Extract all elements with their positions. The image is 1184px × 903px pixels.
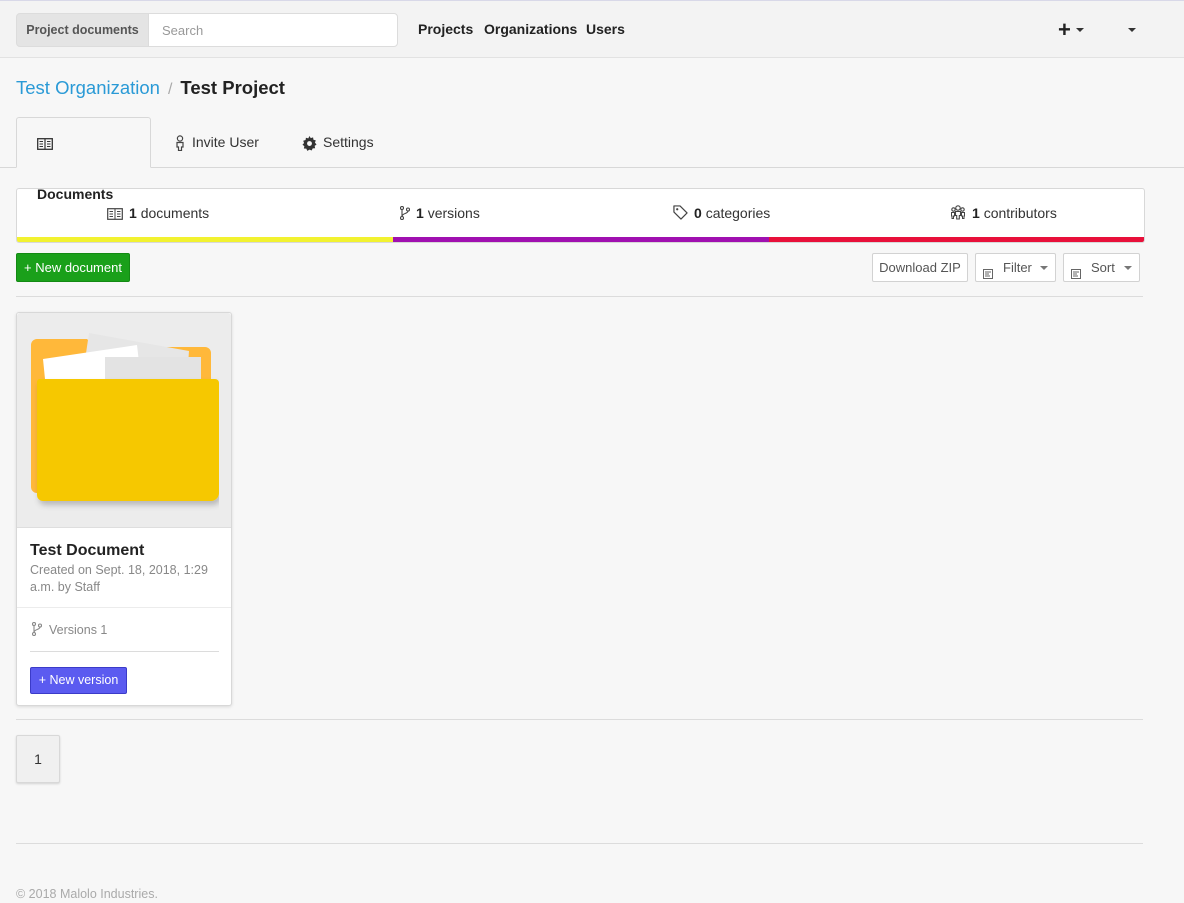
versions-label: Versions 1 bbox=[49, 623, 108, 637]
stat-versions-label: versions bbox=[427, 205, 480, 221]
document-versions: Versions 1 bbox=[31, 621, 108, 639]
user-menu-toggle[interactable] bbox=[1128, 28, 1136, 32]
documents-color-bar bbox=[17, 237, 393, 242]
tab-settings[interactable]: Settings bbox=[302, 117, 374, 168]
breadcrumb-separator: / bbox=[167, 81, 173, 98]
book-icon bbox=[37, 138, 53, 151]
document-thumbnail[interactable] bbox=[17, 313, 231, 528]
tab-settings-label: Settings bbox=[323, 134, 374, 150]
folder-icon bbox=[31, 333, 219, 501]
nav-organizations-link[interactable]: Organizations bbox=[484, 21, 577, 37]
chevron-down-icon bbox=[1124, 266, 1132, 270]
versions-color-bar bbox=[393, 237, 769, 242]
stat-categories-count: 0 bbox=[694, 205, 702, 221]
create-menu-button[interactable]: + bbox=[1056, 17, 1086, 43]
breadcrumb-organization-link[interactable]: Test Organization bbox=[16, 77, 160, 98]
stat-contributors: 1 contributors bbox=[950, 205, 1057, 221]
sort-label: Sort bbox=[1091, 260, 1115, 275]
breadcrumb: Test Organization / Test Project bbox=[16, 77, 285, 99]
search-scope-label[interactable]: Project documents bbox=[16, 13, 149, 47]
list-divider bbox=[16, 719, 1143, 720]
stat-documents: 1 documents bbox=[107, 205, 209, 221]
branch-icon bbox=[31, 621, 43, 639]
nav-projects-link[interactable]: Projects bbox=[418, 21, 473, 37]
pagination-page-1[interactable]: 1 bbox=[16, 735, 60, 783]
card-divider bbox=[17, 607, 231, 608]
new-version-button[interactable]: + New version bbox=[30, 667, 127, 694]
sort-dropdown[interactable]: Sort bbox=[1063, 253, 1140, 282]
document-card[interactable]: Test Document Created on Sept. 18, 2018,… bbox=[16, 312, 232, 706]
user-icon bbox=[174, 135, 186, 152]
users-icon bbox=[950, 205, 966, 220]
sort-icon bbox=[1071, 262, 1083, 289]
plus-icon: + bbox=[1058, 17, 1071, 42]
tag-icon bbox=[673, 205, 688, 220]
tab-documents-label: Documents bbox=[37, 186, 114, 202]
branch-icon bbox=[400, 206, 410, 220]
chevron-down-icon bbox=[1076, 28, 1084, 32]
tab-documents[interactable]: Documents bbox=[16, 117, 151, 202]
tab-invite-user-label: Invite User bbox=[192, 134, 259, 150]
filter-label: Filter bbox=[1003, 260, 1032, 275]
document-meta: Created on Sept. 18, 2018, 1:29 a.m. by … bbox=[30, 563, 208, 594]
project-stats-panel: 1 documents 1 versions 0 categories 1 co… bbox=[16, 188, 1145, 243]
footer-divider bbox=[16, 843, 1143, 844]
stat-contributors-count: 1 bbox=[972, 205, 980, 221]
page-title: Test Project bbox=[180, 77, 285, 98]
download-zip-button[interactable]: Download ZIP bbox=[872, 253, 968, 282]
footer-copyright: © 2018 Malolo Industries. bbox=[16, 887, 158, 901]
new-document-button[interactable]: + New document bbox=[16, 253, 130, 282]
document-title[interactable]: Test Document bbox=[30, 542, 144, 560]
chevron-down-icon bbox=[1040, 266, 1048, 270]
tab-invite-user[interactable]: Invite User bbox=[174, 117, 259, 168]
toolbar-divider bbox=[16, 296, 1143, 297]
gear-icon bbox=[302, 135, 317, 151]
stat-documents-label: documents bbox=[140, 205, 210, 221]
nav-users-link[interactable]: Users bbox=[586, 21, 625, 37]
search-input[interactable] bbox=[148, 13, 398, 47]
categories-color-bar bbox=[769, 237, 1144, 242]
stat-versions: 1 versions bbox=[400, 205, 480, 221]
stat-categories: 0 categories bbox=[673, 205, 770, 221]
stat-contributors-label: contributors bbox=[983, 205, 1057, 221]
stat-categories-label: categories bbox=[705, 205, 771, 221]
top-navbar: Project documents Projects Organizations… bbox=[0, 0, 1184, 58]
filter-icon bbox=[983, 262, 995, 289]
stat-versions-count: 1 bbox=[416, 205, 424, 221]
filter-dropdown[interactable]: Filter bbox=[975, 253, 1056, 282]
stat-documents-count: 1 bbox=[129, 205, 137, 221]
card-divider bbox=[30, 651, 219, 652]
